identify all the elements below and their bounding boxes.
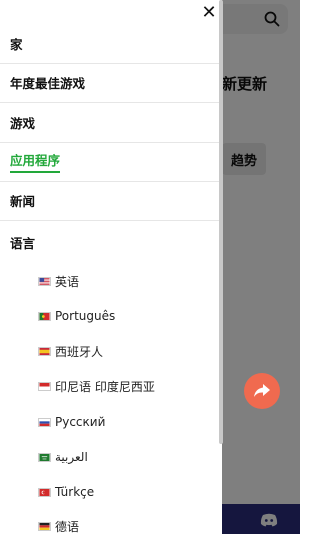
language-label: العربية [55,450,88,464]
nav-label: 新闻 [10,194,36,209]
nav-label: 年度最佳游戏 [10,76,86,91]
language-item-russian[interactable]: Русский [38,412,105,432]
language-item-indonesian[interactable]: 印尼语 印度尼西亚 [38,376,155,396]
close-icon[interactable]: ✕ [200,4,218,22]
language-item-turkish[interactable]: Türkçe [38,482,94,502]
language-label: Русский [55,415,106,429]
saudi-flag-icon [38,452,51,462]
nav-item-apps[interactable]: 应用程序 [0,142,222,182]
language-label: 英语 [55,274,80,289]
language-item-german[interactable]: 德语 [38,516,79,534]
language-header: 语言 [10,236,36,251]
russia-flag-icon [38,417,51,427]
language-item-english[interactable]: 英语 [38,271,79,291]
nav-item-games[interactable]: 游戏 [0,103,222,143]
turkey-flag-icon [38,487,51,497]
portugal-flag-icon [38,311,51,321]
language-item-spanish[interactable]: 西班牙人 [38,341,103,361]
germany-flag-icon [38,521,51,531]
spain-flag-icon [38,346,51,356]
language-item-arabic[interactable]: العربية [38,447,88,467]
side-drawer: ✕ 家 年度最佳游戏 游戏 应用程序 新闻 语言 英语 Português 西班… [0,0,222,534]
language-label: 西班牙人 [55,344,104,359]
nav-label: 游戏 [10,116,36,131]
language-label: 德语 [55,519,80,534]
indonesia-flag-icon [38,381,51,391]
share-button[interactable] [244,373,280,409]
language-label: Português [55,309,116,323]
language-item-portuguese[interactable]: Português [38,306,115,326]
nav-item-game-of-year[interactable]: 年度最佳游戏 [0,63,222,103]
drawer-scrollbar[interactable] [219,0,223,444]
nav-item-news[interactable]: 新闻 [0,181,222,221]
share-icon [254,384,270,397]
nav-label: 应用程序 [10,150,61,173]
nav-label: 家 [10,37,23,52]
us-flag-icon [38,276,51,286]
language-label: 印尼语 印度尼西亚 [55,379,155,394]
nav-item-home[interactable]: 家 [0,24,222,64]
language-label: Türkçe [55,485,95,499]
